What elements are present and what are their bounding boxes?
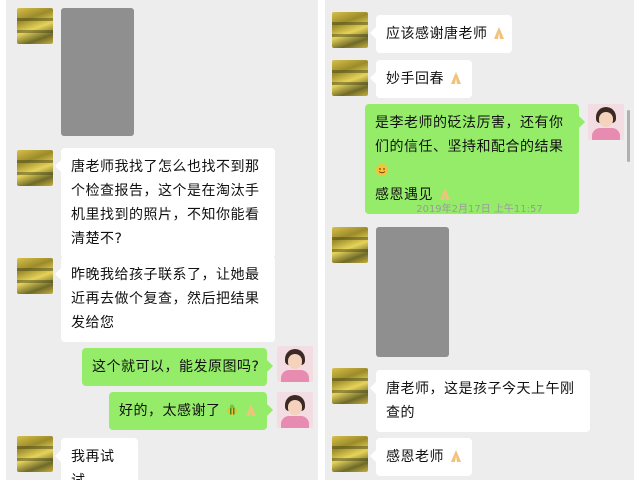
photo-message[interactable]	[376, 227, 449, 357]
contact-avatar[interactable]	[332, 368, 368, 404]
message-text: 妙手回春	[386, 71, 444, 87]
contact-avatar[interactable]	[17, 150, 53, 186]
message-timestamp: 2019年2月17日 上午11:57	[416, 204, 543, 215]
bee-emoji-icon	[227, 404, 238, 415]
chat-panel-right: 应该感谢唐老师 妙手回春 是李老师的砭法厉害，还有你们的信任、坚持和配合的结果 …	[325, 0, 634, 480]
contact-avatar[interactable]	[332, 12, 368, 48]
message-text: 昨晚我给孩子联系了，让她最近再去做个复查，然后把结果发给您	[71, 267, 260, 331]
smile-emoji-icon	[376, 164, 388, 176]
incoming-message[interactable]: 昨晚我给孩子联系了，让她最近再去做个复查，然后把结果发给您	[55, 256, 275, 342]
incoming-message[interactable]: 应该感谢唐老师	[370, 15, 512, 53]
chat-panel-left: 唐老师我找了怎么也找不到那个检查报告，这个是在淘汰手机里找到的照片，不知你能看清…	[6, 0, 318, 480]
pray-emoji-icon	[439, 188, 450, 200]
user-avatar[interactable]	[277, 392, 313, 428]
contact-avatar[interactable]	[17, 258, 53, 294]
contact-avatar[interactable]	[332, 60, 368, 96]
message-text: 好的，太感谢了	[119, 403, 221, 419]
incoming-message[interactable]: 感恩老师	[370, 438, 472, 476]
incoming-message[interactable]: 我再试试	[55, 438, 138, 480]
message-text: 是李老师的砭法厉害，还有你们的信任、坚持和配合的结果	[375, 115, 564, 155]
incoming-message[interactable]: 唐老师我找了怎么也找不到那个检查报告，这个是在淘汰手机里找到的照片，不知你能看清…	[55, 148, 275, 258]
outgoing-message[interactable]: 好的，太感谢了	[109, 392, 273, 430]
pray-emoji-icon	[246, 404, 257, 416]
user-avatar[interactable]	[588, 104, 624, 140]
incoming-message[interactable]: 唐老师，这是孩子今天上午刚查的	[370, 370, 590, 432]
pray-emoji-icon	[450, 450, 461, 462]
pray-emoji-icon	[450, 72, 461, 84]
contact-avatar[interactable]	[332, 436, 368, 472]
message-text: 唐老师，这是孩子今天上午刚查的	[386, 381, 575, 421]
contact-avatar[interactable]	[17, 436, 53, 472]
message-text: 这个就可以，能发原图吗?	[92, 359, 260, 375]
contact-avatar[interactable]	[332, 227, 368, 263]
photo-message[interactable]	[61, 8, 134, 136]
scrollbar[interactable]	[627, 110, 630, 162]
user-avatar[interactable]	[277, 346, 313, 382]
pray-emoji-icon	[494, 27, 505, 39]
message-text: 我再试试	[71, 449, 115, 480]
contact-avatar[interactable]	[17, 8, 53, 44]
outgoing-message[interactable]: 是李老师的砭法厉害，还有你们的信任、坚持和配合的结果 感恩遇见	[365, 104, 585, 214]
incoming-message[interactable]: 妙手回春	[370, 60, 472, 98]
message-text: 感恩老师	[386, 449, 444, 465]
message-text: 唐老师我找了怎么也找不到那个检查报告，这个是在淘汰手机里找到的照片，不知你能看清…	[71, 159, 260, 247]
outgoing-message[interactable]: 这个就可以，能发原图吗?	[82, 348, 273, 386]
message-text: 应该感谢唐老师	[386, 26, 488, 42]
